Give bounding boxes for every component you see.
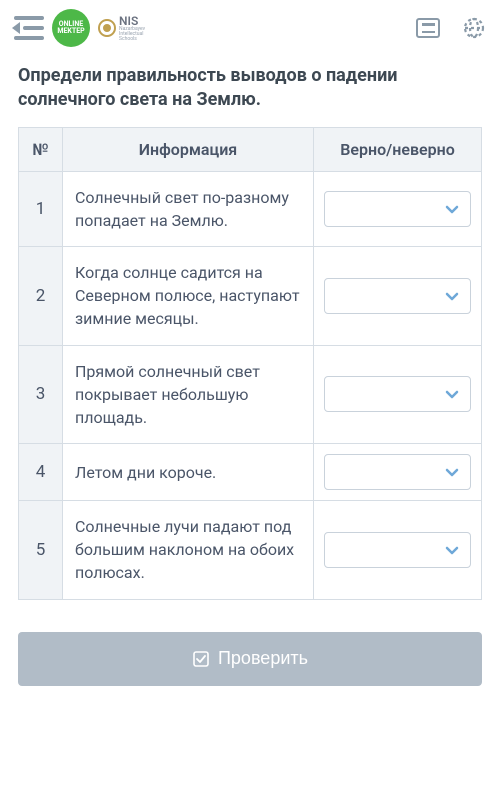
row-answer-cell [314, 246, 482, 345]
row-num: 5 [19, 501, 63, 600]
row-text: Летом дни короче. [63, 444, 314, 501]
row-answer-cell [314, 171, 482, 246]
table-row: 2 Когда солнце садится на Северном полюс… [19, 246, 482, 345]
list-icon[interactable] [416, 18, 440, 38]
row-text: Солнечные лучи падают под большим наклон… [63, 501, 314, 600]
menu-icon[interactable] [14, 16, 44, 40]
check-button[interactable]: Проверить [18, 632, 482, 686]
row-text: Когда солнце садится на Северном полюсе,… [63, 246, 314, 345]
header-right [416, 16, 486, 40]
col-header-num: № [19, 127, 63, 171]
table-row: 3 Прямой солнечный свет покрывает неболь… [19, 345, 482, 444]
row-text: Прямой солнечный свет покрывает небольшу… [63, 345, 314, 444]
nis-sub3: Schools [119, 37, 145, 42]
row-num: 1 [19, 171, 63, 246]
answer-dropdown[interactable] [324, 278, 471, 314]
online-mektep-logo[interactable]: ONLINE MEKTEP [52, 9, 90, 47]
row-answer-cell [314, 444, 482, 501]
chevron-down-icon [444, 201, 460, 217]
answer-dropdown[interactable] [324, 191, 471, 227]
check-button-label: Проверить [218, 648, 308, 669]
chevron-down-icon [444, 288, 460, 304]
row-text: Солнечный свет по-разному попадает на Зе… [63, 171, 314, 246]
row-num: 2 [19, 246, 63, 345]
content-area: Определи правильность выводов о падении … [0, 56, 500, 710]
nis-abbr: NIS [119, 15, 145, 27]
answer-dropdown[interactable] [324, 532, 471, 568]
header-left: ONLINE MEKTEP NIS Nazarbayev Intellectua… [14, 9, 145, 47]
chevron-down-icon [444, 542, 460, 558]
statements-table: № Информация Верно/неверно 1 Солнечный с… [18, 127, 482, 600]
language-icon[interactable] [462, 16, 486, 40]
row-answer-cell [314, 345, 482, 444]
table-row: 1 Солнечный свет по-разному попадает на … [19, 171, 482, 246]
col-header-info: Информация [63, 127, 314, 171]
nis-text: NIS Nazarbayev Intellectual Schools [119, 15, 145, 42]
check-icon [192, 650, 210, 668]
nis-logo[interactable]: NIS Nazarbayev Intellectual Schools [98, 15, 145, 42]
row-answer-cell [314, 501, 482, 600]
nis-emblem-icon [98, 19, 116, 37]
chevron-down-icon [444, 386, 460, 402]
table-row: 5 Солнечные лучи падают под большим накл… [19, 501, 482, 600]
logo-line2: MEKTEP [57, 28, 84, 35]
answer-dropdown[interactable] [324, 376, 471, 412]
chevron-down-icon [444, 464, 460, 480]
col-header-tf: Верно/неверно [314, 127, 482, 171]
table-row: 4 Летом дни короче. [19, 444, 482, 501]
question-title: Определи правильность выводов о падении … [18, 64, 482, 113]
row-num: 3 [19, 345, 63, 444]
row-num: 4 [19, 444, 63, 501]
answer-dropdown[interactable] [324, 454, 471, 490]
app-header: ONLINE MEKTEP NIS Nazarbayev Intellectua… [0, 0, 500, 56]
